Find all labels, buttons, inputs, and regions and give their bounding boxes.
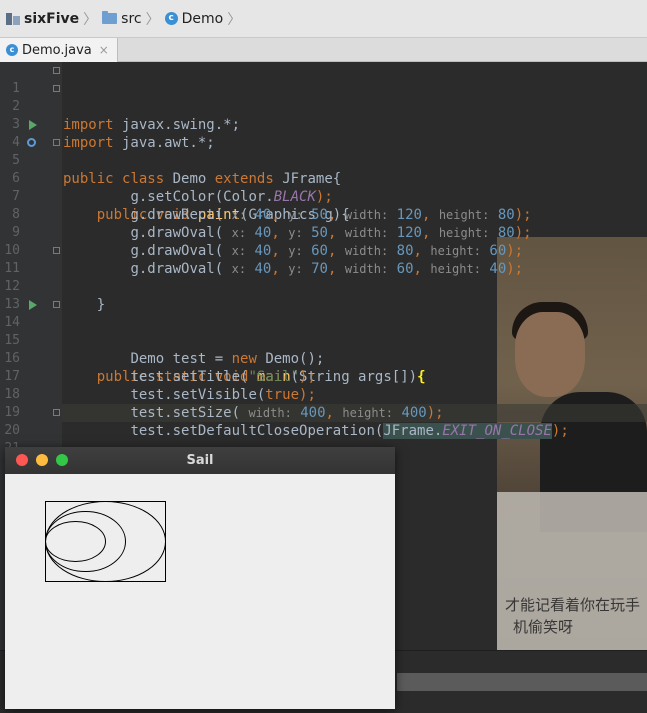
java-class-icon: c (164, 12, 178, 25)
tab-demo-java[interactable]: c Demo.java × (0, 38, 118, 62)
breadcrumb-file[interactable]: c Demo 〉 (164, 9, 247, 29)
code-line: 5 public void paint(Graphics g){ (0, 134, 647, 223)
run-icon[interactable] (29, 120, 37, 130)
code-line: 10 g.drawOval( x: 40, y: 70, width: 60, … (0, 224, 647, 277)
code-line: 7 g.drawRect( x: 40, y: 50, width: 120, … (0, 170, 647, 223)
code-line: 20 } (0, 404, 647, 475)
window-title: Sail (186, 453, 214, 468)
code-line: 12 (0, 260, 647, 294)
fold-marker-icon[interactable] (53, 139, 60, 146)
code-line: 3 (0, 98, 647, 132)
code-line: 8 g.drawOval( x: 40, y: 50, width: 120, … (0, 188, 647, 241)
code-line: 17 test.setVisible(true); (0, 350, 647, 403)
override-icon[interactable] (27, 138, 36, 147)
code-line: 19 test.setDefaultCloseOperation(JFrame.… (0, 386, 647, 439)
code-line: 11 } (0, 242, 647, 313)
tab-label: Demo.java (22, 42, 92, 58)
fold-marker-icon[interactable] (53, 67, 60, 74)
shapes-drawing (45, 501, 166, 582)
code-line: 4 public class Demo extends JFrame{ (0, 116, 647, 187)
code-line: 16 test.setTitle("Sail"); (0, 332, 647, 385)
close-icon[interactable]: × (99, 43, 109, 57)
breadcrumb-project[interactable]: sixFive 〉 (6, 9, 102, 29)
fold-marker-icon[interactable] (53, 301, 60, 308)
breadcrumb: sixFive 〉 src 〉 c Demo 〉 (0, 0, 647, 38)
editor-tab-bar: c Demo.java × (0, 38, 647, 62)
code-line: 15 Demo test = new Demo(); (0, 314, 647, 367)
drawn-oval (45, 511, 126, 572)
code-line: 1 import javax.swing.*; (0, 62, 647, 133)
folder-icon (102, 11, 118, 24)
sail-window[interactable]: Sail (5, 447, 395, 709)
fold-marker-icon[interactable] (53, 85, 60, 92)
drawing-canvas (5, 474, 395, 709)
window-title-bar[interactable]: Sail (5, 447, 395, 474)
status-strip (397, 673, 647, 691)
chevron-right-icon: 〉 (145, 11, 160, 28)
code-content: 1 import javax.swing.*; 2 import java.aw… (0, 62, 647, 475)
code-line: 6 g.setColor(Color.BLACK); (0, 152, 647, 205)
java-class-icon: c (6, 44, 18, 56)
chevron-right-icon: 〉 (83, 11, 98, 28)
fold-marker-icon[interactable] (53, 247, 60, 254)
project-name: sixFive (24, 10, 80, 27)
file-name: Demo (181, 10, 224, 27)
code-line: 2 import java.awt.*; (0, 80, 647, 151)
chevron-right-icon: 〉 (227, 11, 242, 28)
caption-line-1: 才能记看着你在玩手 (505, 596, 641, 614)
background-photo-caption: 才能记看着你在玩手 机偷笑呀 (505, 594, 647, 638)
drawn-oval (45, 521, 106, 562)
caption-line-2: 机偷笑呀 (513, 618, 574, 636)
code-line: 21 } (0, 422, 647, 475)
folder-name: src (121, 10, 142, 27)
code-line: 13 (0, 278, 647, 312)
code-line: 9 g.drawOval( x: 40, y: 60, width: 80, h… (0, 206, 647, 259)
code-line: 18 test.setSize( width: 400, height: 400… (0, 368, 647, 421)
run-icon[interactable] (29, 300, 37, 310)
breadcrumb-folder[interactable]: src 〉 (102, 9, 164, 29)
fold-marker-icon[interactable] (53, 409, 60, 416)
code-line: 14 public static void main(String args[]… (0, 296, 647, 385)
project-icon (6, 12, 20, 25)
